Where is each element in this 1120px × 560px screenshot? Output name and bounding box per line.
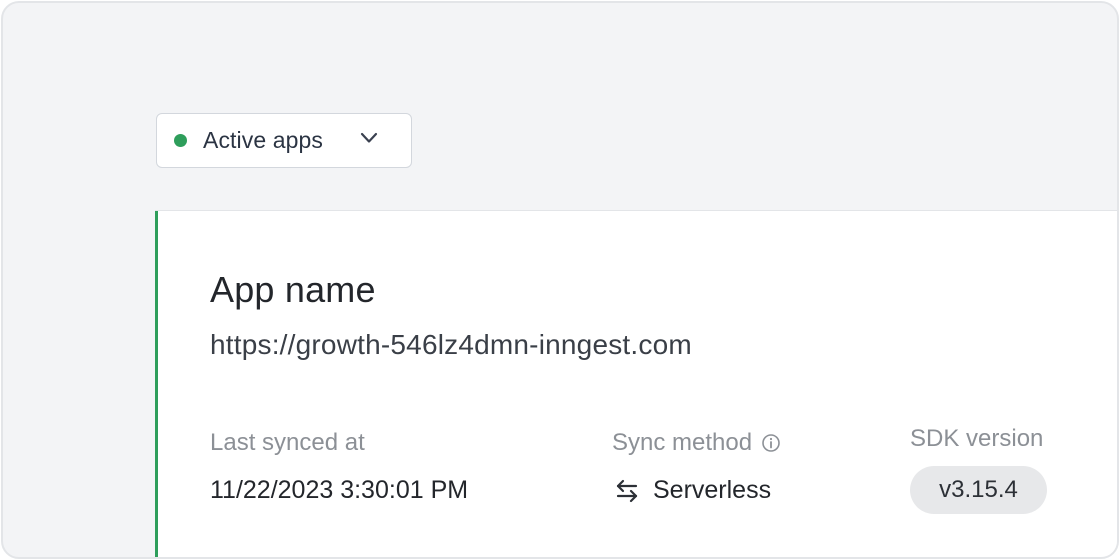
app-status-filter-dropdown[interactable]: Active apps [156, 113, 412, 168]
last-synced-label: Last synced at [210, 429, 365, 456]
sdk-version-badge: v3.15.4 [910, 466, 1047, 514]
app-window: Active apps App name https://growth-546l… [1, 1, 1119, 559]
sync-method-value: Serverless [653, 476, 772, 504]
app-name: App name [210, 269, 376, 310]
app-url[interactable]: https://growth-546lz4dmn-inngest.com [210, 329, 692, 361]
app-card[interactable]: App name https://growth-546lz4dmn-innges… [155, 210, 1117, 557]
sdk-version-label: SDK version [910, 425, 1044, 452]
arrows-swap-icon [616, 479, 638, 502]
app-status-accent-bar [155, 211, 158, 557]
sync-method-label-group: Sync method [612, 429, 781, 457]
status-dot-icon [174, 134, 187, 147]
sync-method-value-group: Serverless [614, 476, 771, 505]
app-status-filter-label: Active apps [203, 127, 323, 153]
info-icon[interactable] [761, 433, 781, 453]
chevron-down-icon [360, 132, 378, 143]
sync-method-label: Sync method [612, 429, 753, 456]
last-synced-value: 11/22/2023 3:30:01 PM [210, 476, 469, 504]
